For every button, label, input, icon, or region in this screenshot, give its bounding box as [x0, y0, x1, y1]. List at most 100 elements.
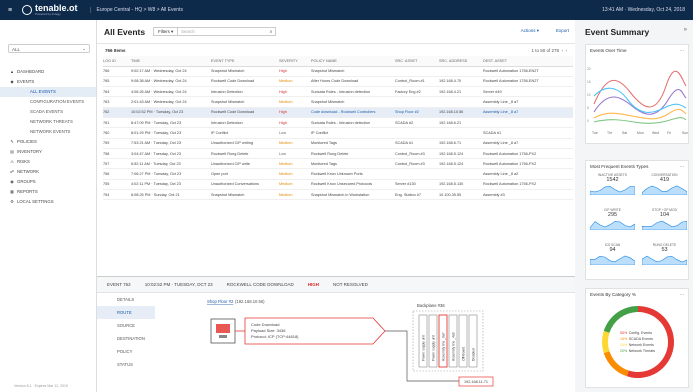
pager[interactable]: 1 to 50 of 278 ‹ ›	[531, 48, 567, 53]
event-type-stat[interactable]: Stop / Op Mod 104	[641, 208, 688, 238]
table-cell: IP Conflict	[311, 127, 395, 139]
legend-entry: 15% SCADA Events	[620, 337, 653, 341]
column-header[interactable]: Time	[131, 56, 211, 67]
table-row[interactable]: 762 10:02:52 PM · Tuesday, Oct 23 Rockwell…	[103, 107, 573, 118]
inventory-icon: ▤	[10, 149, 14, 154]
site-select[interactable]: ALL ⌄	[8, 44, 90, 53]
column-header[interactable]: Severity	[279, 56, 311, 67]
table-row[interactable]: 758 3:04:47 AM · Tuesday, Oct 23 Rockwell …	[103, 148, 573, 160]
detail-type: ROCKWELL CODE DOWNLOAD	[226, 282, 294, 287]
more-icon[interactable]: ···	[679, 164, 684, 169]
table-cell: 754	[103, 189, 131, 201]
table-cell: 8:01:29 PM · Tuesday, Oct 23	[131, 127, 211, 139]
table-row[interactable]: 760 8:01:29 PM · Tuesday, Oct 23 IP Confli…	[103, 127, 573, 139]
table-cell: Snapshot Mismatch	[311, 96, 395, 108]
more-icon[interactable]: ···	[679, 292, 684, 297]
sidebar-item-inventory[interactable]: ▤ Inventory	[0, 147, 96, 157]
sidebar-item-risks[interactable]: ⚠ Risks	[0, 157, 96, 167]
tab-destination[interactable]: Destination	[97, 332, 155, 345]
table-row[interactable]: 756 7:06:27 PM · Tuesday, Oct 23 Open port…	[103, 168, 573, 180]
sidebar-item-policies[interactable]: ✎ Policies	[0, 137, 96, 147]
route-src-name[interactable]: Shop Floor #2	[207, 299, 234, 304]
sidebar-item-label: Local Settings	[17, 199, 54, 204]
table-row[interactable]: 766 9:02:17 AM · Wednesday, Oct 24 Snapsho…	[103, 66, 573, 77]
breadcrumb[interactable]: Europe Central - HQ > W8 > All Events	[89, 7, 183, 13]
table-row[interactable]: 765 9:08:38 AM · Wednesday, Oct 24 Rockwel…	[103, 76, 573, 88]
sidebar-item-label: Groups	[17, 179, 36, 184]
event-type-stat[interactable]: Rung Delete 53	[641, 243, 688, 273]
module-label: Off-Board	[462, 347, 466, 361]
x-tick-label: Sat	[622, 131, 627, 135]
table-row[interactable]: 761 8:47:09 PM · Tuesday, Oct 23 Intrusion…	[103, 117, 573, 129]
table-cell: Rockwell Rung Delete	[311, 148, 395, 160]
sidebar-item-events[interactable]: ◆ Events	[0, 77, 96, 87]
table-cell: Low	[279, 148, 311, 160]
table-row[interactable]: 757 6:52:11 AM · Tuesday, Oct 23 Unauthori…	[103, 158, 573, 170]
tab-details[interactable]: Details	[97, 293, 155, 306]
export-button[interactable]: Export	[556, 28, 569, 33]
event-type-stat[interactable]: Inactive Assets 1542	[589, 173, 636, 203]
column-header[interactable]: Log ID	[103, 56, 131, 67]
table-row[interactable]: 759 7:53:21 AM · Tuesday, Oct 23 Unauthori…	[103, 138, 573, 149]
collapse-icon[interactable]: »	[684, 27, 687, 33]
table-row[interactable]: 763 2:01:43 AM · Wednesday, Oct 24 Snapsho…	[103, 96, 573, 108]
tab-source[interactable]: Source	[97, 319, 155, 332]
legend-entry: 20% Network Threats	[620, 349, 655, 353]
table-cell: SCADA #1	[483, 127, 573, 139]
legend-entry: 55% Config. Events	[620, 331, 652, 335]
tab-status[interactable]: Status	[97, 358, 155, 371]
logo[interactable]: tenable.ot Powered by Indegy	[22, 4, 78, 16]
legend-label: Network Events	[629, 343, 654, 347]
table-header-row: Log ID Time Event Type Severity Policy Name S…	[103, 56, 573, 67]
table-cell	[395, 66, 439, 77]
table-row[interactable]: 754 6:08:25 PM · Sunday, Oct 21 Snapshot M…	[103, 189, 573, 201]
actions-button[interactable]: Actions ▾	[521, 28, 539, 34]
tab-route[interactable]: Route	[97, 306, 155, 319]
sidebar-item-network-events[interactable]: Network Events	[0, 127, 96, 137]
event-type-stat[interactable]: Conversation 419	[641, 173, 688, 203]
sidebar-item-network[interactable]: ☍ Network	[0, 167, 96, 177]
column-header[interactable]: Policy Name	[311, 56, 395, 67]
table-row[interactable]: 764 4:06:26 AM · Wednesday, Oct 24 Intrusi…	[103, 86, 573, 98]
sidebar-item-scada-events[interactable]: SCADA Events	[0, 107, 96, 117]
sidebar-item-all-events[interactable]: All Events	[0, 87, 96, 97]
donut-slice[interactable]	[603, 306, 638, 333]
table-row[interactable]: 755 4:02:11 PM · Tuesday, Oct 23 Unauthori…	[103, 179, 573, 191]
donut-slice[interactable]	[601, 330, 610, 354]
sidebar-item-label: Events	[17, 79, 35, 84]
donut-slice[interactable]	[603, 351, 629, 377]
workstation-icon	[210, 318, 236, 344]
event-type-stat[interactable]: CIP Write 295	[589, 208, 636, 238]
column-header[interactable]: Dest. Asset	[483, 56, 573, 67]
sidebar-item-reports[interactable]: ▦ Reports	[0, 187, 96, 197]
sidebar-item-dashboard[interactable]: ▲ Dashboard	[0, 67, 96, 77]
event-type-stat[interactable]: ICS Scan 94	[589, 243, 636, 273]
table-cell: Server #49	[483, 86, 573, 98]
y-tick-label: 15	[587, 80, 591, 84]
table-cell: Medium	[279, 138, 311, 149]
sidebar-item-groups[interactable]: ◉ Groups	[0, 177, 96, 187]
table-cell: Rockwell Automation 1756-EN2T	[483, 76, 573, 88]
column-header[interactable]: Src. Asset	[395, 56, 439, 67]
module-label: Power supply unit	[422, 335, 426, 361]
table-info: 766 Items 1 to 50 of 278 ‹ ›	[97, 44, 575, 56]
donut-slice[interactable]	[626, 306, 674, 378]
hamburger-menu-icon[interactable]: ≡	[0, 7, 20, 14]
table-cell: Rockwell Code Download	[211, 107, 279, 118]
search-input[interactable]: Search	[178, 29, 270, 34]
table-cell: 10.100.35.55	[439, 189, 483, 201]
sidebar-item-label: Reports	[17, 189, 38, 194]
column-header[interactable]: Src. Address	[439, 56, 483, 67]
more-icon[interactable]: ···	[679, 48, 684, 53]
column-header[interactable]: Event Type	[211, 56, 279, 67]
table-cell: SCADA #2	[395, 117, 439, 129]
sidebar-item-configuration-events[interactable]: Configuration Events	[0, 97, 96, 107]
search-icon[interactable]: ⌕	[270, 29, 275, 34]
table-cell: After Hours Code Download	[311, 76, 395, 88]
table-cell: 755	[103, 179, 131, 191]
sidebar-item-label: Dashboard	[17, 69, 45, 74]
tab-policy[interactable]: Policy	[97, 345, 155, 358]
sidebar-item-local-settings[interactable]: ⚙ Local Settings	[0, 197, 96, 207]
filters-button[interactable]: Filters ▾	[154, 28, 179, 35]
sidebar-item-network-threats[interactable]: Network Threats	[0, 117, 96, 127]
